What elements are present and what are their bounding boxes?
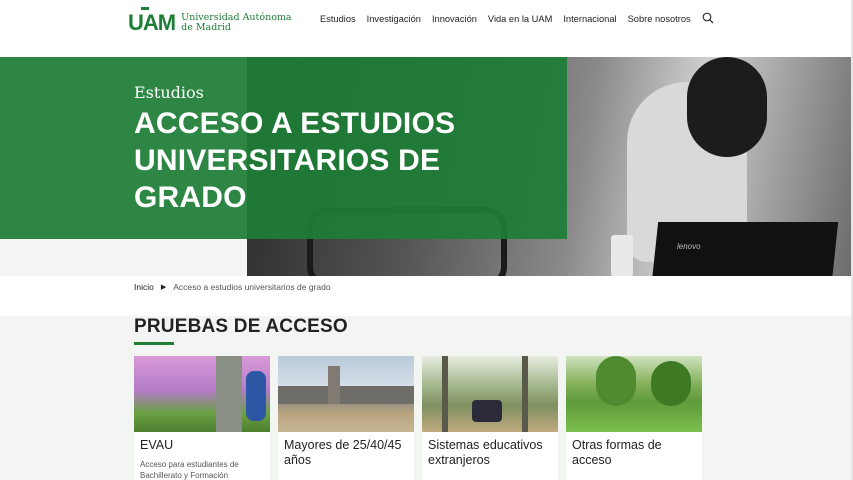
card-mayores[interactable]: Mayores de 25/40/45 años [278, 356, 414, 480]
card-title: EVAU [140, 438, 174, 452]
logo-line2: de Madrid [181, 22, 231, 33]
breadcrumb: Inicio ▶ Acceso a estudios universitario… [134, 282, 331, 292]
card-image [134, 356, 270, 432]
nav-item-vida[interactable]: Vida en la UAM [488, 14, 552, 24]
logo-text: Universidad Autónoma de Madrid [181, 13, 291, 33]
hero-subtitle: Estudios [134, 83, 204, 102]
card-image [566, 356, 702, 432]
card-image [278, 356, 414, 432]
section-title: PRUEBAS DE ACCESO [134, 316, 348, 337]
card-title: Sistemas educativos extranjeros [428, 438, 543, 467]
hero-banner: lenovo Estudios ACCESO A ESTUDIOS UNIVER… [0, 57, 853, 276]
student-hair [687, 57, 767, 157]
cup-shape [611, 235, 633, 276]
uam-logo[interactable]: UAM Universidad Autónoma de Madrid [128, 7, 292, 36]
laptop-brand: lenovo [677, 242, 701, 251]
card-desc: Acceso para estudiantes de Bachillerato … [140, 460, 239, 480]
card-title: Otras formas de acceso [572, 438, 662, 467]
page-title: ACCESO A ESTUDIOS UNIVERSITARIOS DE GRAD… [134, 107, 456, 214]
card-otras-formas[interactable]: Otras formas de acceso [566, 356, 702, 480]
search-icon[interactable] [702, 12, 714, 24]
pruebas-section: PRUEBAS DE ACCESO EVAU Acceso para estud… [0, 316, 853, 480]
card-list: EVAU Acceso para estudiantes de Bachille… [134, 356, 702, 480]
site-header: UAM Universidad Autónoma de Madrid Estud… [0, 0, 853, 40]
card-image [422, 356, 558, 432]
main-nav: Estudios Investigación Innovación Vida e… [320, 14, 702, 24]
card-sistemas-extranjeros[interactable]: Sistemas educativos extranjeros [422, 356, 558, 480]
nav-item-estudios[interactable]: Estudios [320, 14, 356, 24]
nav-item-internacional[interactable]: Internacional [563, 14, 616, 24]
breadcrumb-home[interactable]: Inicio [134, 282, 154, 292]
hero-bottom-strip [0, 239, 247, 276]
card-evau[interactable]: EVAU Acceso para estudiantes de Bachille… [134, 356, 270, 480]
breadcrumb-separator-icon: ▶ [160, 284, 167, 291]
section-rule [134, 342, 174, 345]
nav-item-investigacion[interactable]: Investigación [367, 14, 421, 24]
card-title: Mayores de 25/40/45 años [284, 438, 402, 467]
nav-item-sobre-nosotros[interactable]: Sobre nosotros [628, 14, 691, 24]
nav-item-innovacion[interactable]: Innovación [432, 14, 477, 24]
breadcrumb-current: Acceso a estudios universitarios de grad… [173, 282, 331, 292]
logo-mark: UAM [128, 7, 176, 36]
